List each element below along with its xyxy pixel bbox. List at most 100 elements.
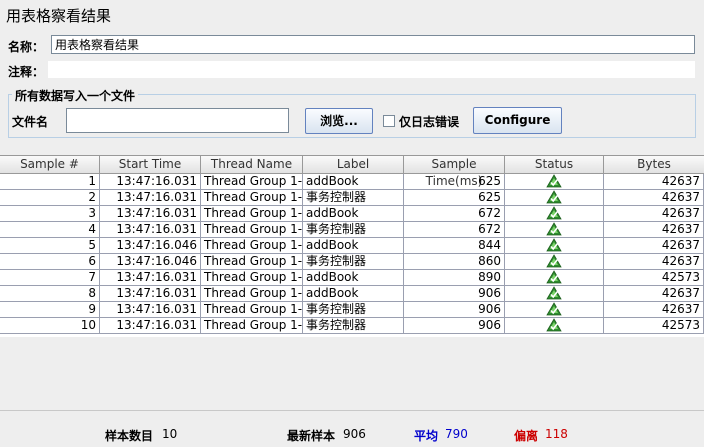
- column-header-status[interactable]: Status: [505, 156, 604, 173]
- cell-label: 事务控制器: [303, 318, 404, 334]
- cell-status: [505, 254, 604, 270]
- cell-status: [505, 174, 604, 190]
- cell-sample-time: 672: [404, 222, 505, 238]
- results-table: Sample # Start Time Thread Name Label Sa…: [0, 155, 704, 337]
- name-label: 名称：: [8, 40, 45, 54]
- comment-label: 注释：: [8, 65, 45, 79]
- table-row[interactable]: 2 13:47:16.031 Thread Group 1-1 事务控制器 625 426…: [0, 190, 704, 206]
- filename-input[interactable]: [66, 108, 289, 133]
- cell-status: [505, 222, 604, 238]
- average-label: 平均: [414, 429, 439, 443]
- cell-label: 事务控制器: [303, 302, 404, 318]
- comment-input[interactable]: [47, 60, 696, 79]
- write-to-file-group-title: 所有数据写入一个文件: [12, 87, 139, 104]
- cell-sample-number: 1: [0, 174, 100, 190]
- success-icon: [546, 222, 562, 236]
- cell-label: addBook: [303, 174, 404, 190]
- browse-button[interactable]: 浏览...: [305, 108, 373, 134]
- column-header-thread-name[interactable]: Thread Name: [201, 156, 303, 173]
- cell-start-time: 13:47:16.046: [100, 254, 201, 270]
- success-icon: [546, 174, 562, 188]
- cell-sample-time: 672: [404, 206, 505, 222]
- cell-label: addBook: [303, 286, 404, 302]
- cell-sample-number: 6: [0, 254, 100, 270]
- cell-bytes: 42637: [604, 206, 704, 222]
- column-header-label[interactable]: Label: [303, 156, 404, 173]
- cell-sample-time: 906: [404, 286, 505, 302]
- cell-sample-time: 860: [404, 254, 505, 270]
- cell-status: [505, 206, 604, 222]
- cell-start-time: 13:47:16.031: [100, 222, 201, 238]
- table-row[interactable]: 1 13:47:16.031 Thread Group 1-1 addBook 625 4…: [0, 174, 704, 190]
- table-row[interactable]: 5 13:47:16.046 Thread Group 1-5 addBook 844 4…: [0, 238, 704, 254]
- latest-sample-label: 最新样本: [287, 429, 336, 443]
- cell-thread-name: Thread Group 1-1: [201, 190, 303, 206]
- cell-status: [505, 318, 604, 334]
- success-icon: [546, 302, 562, 316]
- cell-sample-number: 4: [0, 222, 100, 238]
- page-title: 用表格察看结果: [6, 7, 112, 25]
- cell-thread-name: Thread Group 1-5: [201, 238, 303, 254]
- cell-thread-name: Thread Group 1-1: [201, 174, 303, 190]
- cell-label: addBook: [303, 238, 404, 254]
- table-row[interactable]: 10 13:47:16.031 Thread Group 1-2 事务控制器 906 42…: [0, 318, 704, 334]
- cell-status: [505, 302, 604, 318]
- column-header-sample-number[interactable]: Sample #: [0, 156, 100, 173]
- cell-thread-name: Thread Group 1-3: [201, 206, 303, 222]
- cell-start-time: 13:47:16.031: [100, 302, 201, 318]
- cell-sample-number: 5: [0, 238, 100, 254]
- filename-label: 文件名: [12, 115, 49, 129]
- cell-sample-time: 906: [404, 318, 505, 334]
- latest-sample-value: 906: [343, 427, 366, 441]
- success-icon: [546, 254, 562, 268]
- cell-label: addBook: [303, 270, 404, 286]
- cell-start-time: 13:47:16.031: [100, 286, 201, 302]
- average-value: 790: [445, 427, 468, 441]
- cell-bytes: 42573: [604, 318, 704, 334]
- cell-sample-number: 8: [0, 286, 100, 302]
- cell-label: 事务控制器: [303, 222, 404, 238]
- table-row[interactable]: 4 13:47:16.031 Thread Group 1-3 事务控制器 672 426…: [0, 222, 704, 238]
- cell-thread-name: Thread Group 1-4: [201, 302, 303, 318]
- cell-bytes: 42637: [604, 174, 704, 190]
- cell-start-time: 13:47:16.046: [100, 238, 201, 254]
- cell-sample-time: 625: [404, 174, 505, 190]
- table-row[interactable]: 3 13:47:16.031 Thread Group 1-3 addBook 672 4…: [0, 206, 704, 222]
- cell-start-time: 13:47:16.031: [100, 190, 201, 206]
- cell-sample-number: 3: [0, 206, 100, 222]
- table-row[interactable]: 8 13:47:16.031 Thread Group 1-4 addBook 906 4…: [0, 286, 704, 302]
- cell-sample-number: 10: [0, 318, 100, 334]
- cell-bytes: 42573: [604, 270, 704, 286]
- cell-label: addBook: [303, 206, 404, 222]
- table-row[interactable]: 9 13:47:16.031 Thread Group 1-4 事务控制器 906 426…: [0, 302, 704, 318]
- cell-label: 事务控制器: [303, 254, 404, 270]
- cell-bytes: 42637: [604, 302, 704, 318]
- cell-sample-number: 7: [0, 270, 100, 286]
- cell-bytes: 42637: [604, 254, 704, 270]
- deviation-value: 118: [545, 427, 568, 441]
- errors-only-checkbox[interactable]: [383, 115, 395, 127]
- table-row[interactable]: 6 13:47:16.046 Thread Group 1-5 事务控制器 860 426…: [0, 254, 704, 270]
- deviation-label: 偏离: [514, 429, 539, 443]
- name-input[interactable]: 用表格察看结果: [51, 35, 695, 54]
- cell-start-time: 13:47:16.031: [100, 174, 201, 190]
- configure-button[interactable]: Configure: [473, 107, 562, 134]
- footer-divider: [0, 410, 704, 411]
- table-header: Sample # Start Time Thread Name Label Sa…: [0, 156, 704, 188]
- success-icon: [546, 190, 562, 204]
- cell-sample-number: 9: [0, 302, 100, 318]
- column-header-bytes[interactable]: Bytes: [604, 156, 704, 173]
- cell-status: [505, 286, 604, 302]
- success-icon: [546, 270, 562, 284]
- cell-thread-name: Thread Group 1-4: [201, 286, 303, 302]
- success-icon: [546, 318, 562, 332]
- cell-sample-time: 890: [404, 270, 505, 286]
- cell-sample-time: 844: [404, 238, 505, 254]
- table-row[interactable]: 7 13:47:16.031 Thread Group 1-2 addBook 890 4…: [0, 270, 704, 286]
- column-header-sample-time[interactable]: Sample Time(ms): [404, 156, 505, 188]
- cell-thread-name: Thread Group 1-3: [201, 222, 303, 238]
- cell-thread-name: Thread Group 1-2: [201, 270, 303, 286]
- errors-only-label: 仅日志错误: [399, 115, 460, 129]
- cell-start-time: 13:47:16.031: [100, 270, 201, 286]
- column-header-start-time[interactable]: Start Time: [100, 156, 201, 173]
